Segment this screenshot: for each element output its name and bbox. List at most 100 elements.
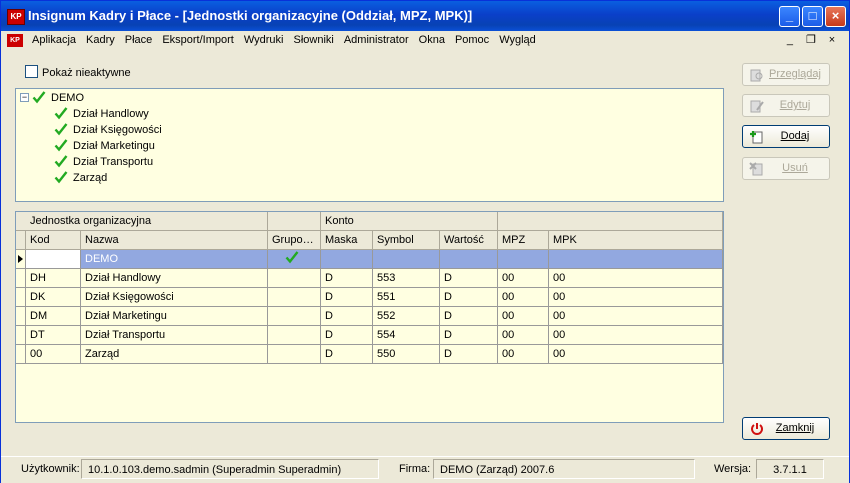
mdi-app-icon[interactable]: KP: [7, 34, 23, 47]
cell-symbol[interactable]: 551: [373, 288, 440, 307]
cell-maska[interactable]: D: [321, 345, 373, 364]
cell-nazwa[interactable]: Dział Transportu: [81, 326, 268, 345]
grid-header-kod[interactable]: Kod: [26, 231, 81, 249]
cell-wartosc[interactable]: D: [440, 288, 498, 307]
cell-kod[interactable]: DK: [26, 288, 81, 307]
cell-mpz[interactable]: 00: [498, 288, 549, 307]
menu-item-aplikacja[interactable]: Aplikacja: [32, 34, 76, 46]
cell-symbol[interactable]: 554: [373, 326, 440, 345]
menu-item-płace[interactable]: Płace: [125, 34, 153, 46]
menu-item-okna[interactable]: Okna: [419, 34, 445, 46]
cell-wartosc[interactable]: D: [440, 307, 498, 326]
cell-grupowa[interactable]: [268, 345, 321, 364]
cell-mpz[interactable]: 00: [498, 307, 549, 326]
mdi-restore-button[interactable]: ❐: [802, 33, 820, 46]
menu-item-pomoc[interactable]: Pomoc: [455, 34, 489, 46]
tree-node-child[interactable]: Zarząd: [54, 170, 107, 186]
show-inactive-label: Pokaż nieaktywne: [42, 67, 131, 79]
cell-nazwa[interactable]: Dział Księgowości: [81, 288, 268, 307]
cell-wartosc[interactable]: D: [440, 326, 498, 345]
cell-grupowa[interactable]: [268, 307, 321, 326]
grid-header-maska[interactable]: Maska: [321, 231, 373, 249]
table-row[interactable]: DM Dział Marketingu D 552 D 00 00: [16, 307, 723, 326]
browse-button[interactable]: Przeglądaj: [742, 63, 830, 86]
add-button[interactable]: Dodaj: [742, 125, 830, 148]
title-bar[interactable]: KP Insignum Kadry i Płace - [Jednostki o…: [1, 1, 849, 31]
cell-nazwa[interactable]: Dział Marketingu: [81, 307, 268, 326]
cell-mpk[interactable]: 00: [549, 307, 723, 326]
table-row[interactable]: DEMO: [16, 250, 723, 269]
cell-wartosc[interactable]: D: [440, 269, 498, 288]
edit-button[interactable]: Edytuj: [742, 94, 830, 117]
menu-item-kadry[interactable]: Kadry: [86, 34, 115, 46]
close-button[interactable]: ×: [825, 6, 846, 27]
org-unit-tree[interactable]: − DEMO Dział Handlowy Dział Księgowości Dzia…: [15, 88, 724, 202]
menu-item-administrator[interactable]: Administrator: [344, 34, 409, 46]
cell-kod[interactable]: DH: [26, 269, 81, 288]
grid-header-nazwa[interactable]: Nazwa: [81, 231, 268, 249]
cell-symbol[interactable]: 553: [373, 269, 440, 288]
cell-mpk[interactable]: 00: [549, 326, 723, 345]
tree-node-child[interactable]: Dział Handlowy: [54, 106, 149, 122]
cell-grupowa[interactable]: [268, 326, 321, 345]
table-row[interactable]: DH Dział Handlowy D 553 D 00 00: [16, 269, 723, 288]
grid-header-grupowa[interactable]: Grupo…: [268, 231, 321, 249]
cell-mpz[interactable]: [498, 250, 549, 269]
show-inactive-row[interactable]: Pokaż nieaktywne: [25, 65, 131, 79]
tree-node-root[interactable]: − DEMO: [20, 90, 84, 106]
org-unit-grid[interactable]: Jednostka organizacyjna Konto Kod Nazwa Gru…: [15, 211, 724, 423]
minimize-button[interactable]: _: [779, 6, 800, 27]
cell-nazwa[interactable]: DEMO: [81, 250, 268, 269]
cell-grupowa[interactable]: [268, 250, 321, 269]
cell-wartosc[interactable]: [440, 250, 498, 269]
cell-kod[interactable]: DM: [26, 307, 81, 326]
cell-wartosc[interactable]: D: [440, 345, 498, 364]
menu-item-eksport-import[interactable]: Eksport/Import: [162, 34, 234, 46]
cell-maska[interactable]: D: [321, 269, 373, 288]
cell-nazwa[interactable]: Zarząd: [81, 345, 268, 364]
tree-node-child[interactable]: Dział Księgowości: [54, 122, 162, 138]
cell-mpz[interactable]: 00: [498, 269, 549, 288]
table-row[interactable]: DK Dział Księgowości D 551 D 00 00: [16, 288, 723, 307]
cell-maska[interactable]: D: [321, 288, 373, 307]
cell-kod[interactable]: 00: [26, 345, 81, 364]
table-row[interactable]: DT Dział Transportu D 554 D 00 00: [16, 326, 723, 345]
cell-symbol[interactable]: [373, 250, 440, 269]
cell-maska[interactable]: D: [321, 307, 373, 326]
cell-mpk[interactable]: 00: [549, 345, 723, 364]
cell-maska[interactable]: D: [321, 326, 373, 345]
menu-item-wygląd[interactable]: Wygląd: [499, 34, 536, 46]
cell-mpz[interactable]: 00: [498, 326, 549, 345]
cell-symbol[interactable]: 550: [373, 345, 440, 364]
mdi-close-button[interactable]: ×: [823, 34, 841, 46]
tree-node-child[interactable]: Dział Marketingu: [54, 138, 155, 154]
cell-maska[interactable]: [321, 250, 373, 269]
cell-kod[interactable]: [26, 250, 81, 269]
tree-node-child[interactable]: Dział Transportu: [54, 154, 153, 170]
delete-button[interactable]: Usuń: [742, 157, 830, 180]
grid-header-mpz[interactable]: MPZ: [498, 231, 549, 249]
cell-kod[interactable]: DT: [26, 326, 81, 345]
tree-root-item[interactable]: DEMO: [32, 91, 84, 104]
maximize-button[interactable]: □: [802, 6, 823, 27]
cell-mpk[interactable]: [549, 250, 723, 269]
tree-expander[interactable]: −: [20, 93, 29, 102]
active-check-icon: [54, 139, 68, 152]
cell-symbol[interactable]: 552: [373, 307, 440, 326]
grid-header-wartosc[interactable]: Wartość: [440, 231, 498, 249]
menu-item-słowniki[interactable]: Słowniki: [293, 34, 333, 46]
menu-item-wydruki[interactable]: Wydruki: [244, 34, 284, 46]
table-row[interactable]: 00 Zarząd D 550 D 00 00: [16, 345, 723, 364]
mdi-minimize-button[interactable]: _: [781, 34, 799, 46]
show-inactive-checkbox[interactable]: [25, 65, 38, 78]
cell-mpk[interactable]: 00: [549, 288, 723, 307]
grid-header-symbol[interactable]: Symbol: [373, 231, 440, 249]
cell-nazwa[interactable]: Dział Handlowy: [81, 269, 268, 288]
close-form-button[interactable]: Zamknij: [742, 417, 830, 440]
cell-grupowa[interactable]: [268, 269, 321, 288]
cell-mpz[interactable]: 00: [498, 345, 549, 364]
cell-grupowa[interactable]: [268, 288, 321, 307]
grid-header-mpk[interactable]: MPK: [549, 231, 723, 249]
grid-band-header: Jednostka organizacyjna Konto: [16, 212, 723, 231]
cell-mpk[interactable]: 00: [549, 269, 723, 288]
